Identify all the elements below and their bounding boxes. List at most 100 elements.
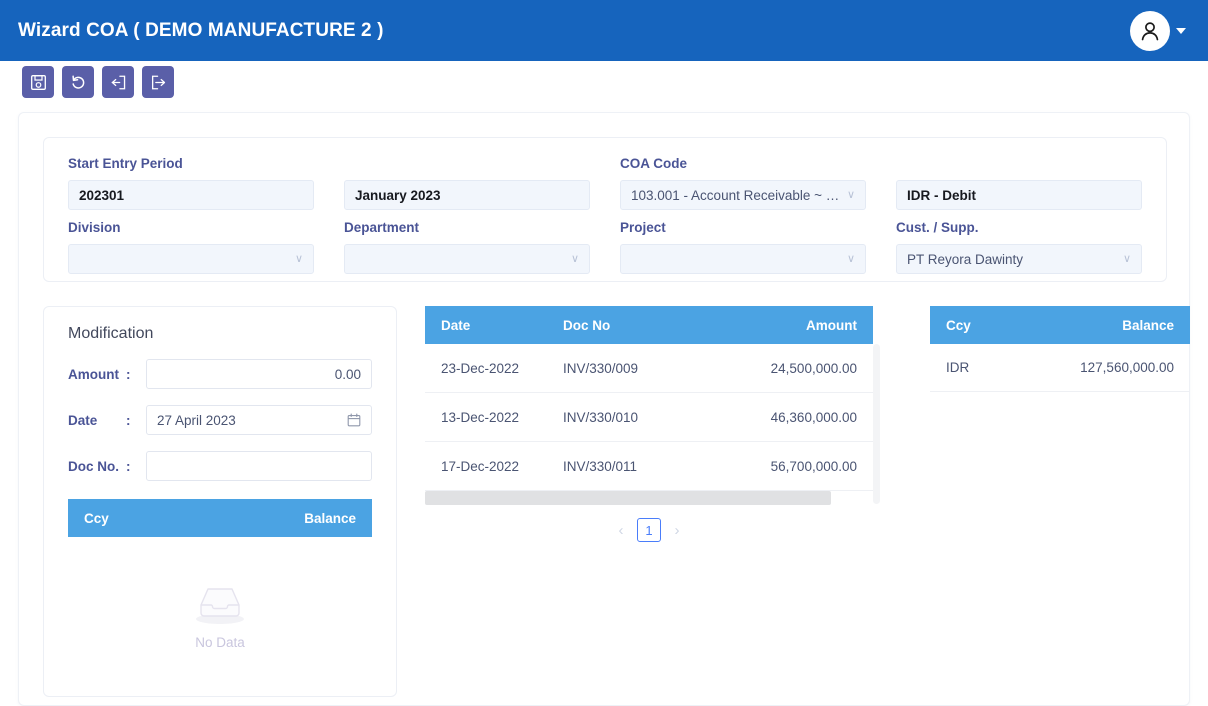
field-period-name: January 2023: [344, 156, 590, 210]
page-number-button[interactable]: 1: [637, 518, 661, 542]
label-start-entry-period: Start Entry Period: [68, 156, 183, 171]
transactions-panel: Date Doc No Amount 23-Dec-2022 INV/330/0…: [425, 306, 880, 542]
calendar-icon[interactable]: [347, 413, 361, 427]
table-row[interactable]: 17-Dec-2022 INV/330/011 56,700,000.00: [425, 442, 873, 491]
modification-empty-label: No Data: [195, 635, 245, 650]
table-row[interactable]: IDR 127,560,000.00: [930, 344, 1190, 392]
cell-amount: 56,700,000.00: [770, 458, 857, 474]
modification-table-header: Ccy Balance: [68, 499, 372, 537]
avatar[interactable]: [1130, 10, 1170, 51]
floppy-disk-icon: [30, 74, 46, 90]
vertical-scrollbar[interactable]: [873, 344, 880, 504]
transactions-table-header: Date Doc No Amount: [425, 306, 873, 344]
colon-amount: :: [126, 366, 131, 382]
label-doc-no: Doc No.: [68, 458, 120, 474]
cell-date: 17-Dec-2022: [441, 458, 520, 474]
input-period-name[interactable]: January 2023: [344, 180, 590, 210]
chevron-down-icon[interactable]: ∨: [1123, 253, 1131, 265]
main-content: Modification Amount : 0.00 Date : 27 Apr…: [43, 306, 1190, 701]
filter-panel: Start Entry Period 202301 January 2023 C…: [43, 137, 1167, 282]
inbox-tray-icon: [196, 588, 244, 624]
label-customer-supplier: Cust. / Supp.: [896, 220, 979, 235]
balance-col-balance: Balance: [1122, 317, 1174, 333]
date-value: 27 April 2023: [157, 412, 236, 428]
field-department: Department ∨: [344, 220, 590, 274]
arrow-into-box-icon: [111, 75, 125, 89]
modification-col-ccy: Ccy: [84, 510, 109, 526]
chevron-right-icon[interactable]: ›: [670, 518, 684, 542]
select-division[interactable]: ∨: [68, 244, 314, 274]
cell-amount: 24,500,000.00: [770, 360, 857, 376]
transactions-col-date: Date: [441, 317, 471, 333]
save-button[interactable]: [22, 66, 54, 98]
chevron-down-icon[interactable]: ∨: [847, 189, 855, 201]
select-customer-supplier[interactable]: PT Reyora Dawinty ∨: [896, 244, 1142, 274]
app-header: Wizard COA ( DEMO MANUFACTURE 2 ): [0, 0, 1208, 61]
field-coa-type: IDR - Debit: [896, 156, 1142, 210]
select-project[interactable]: ∨: [620, 244, 866, 274]
cell-balance: 127,560,000.00: [1080, 360, 1174, 375]
chevron-down-icon[interactable]: [1176, 27, 1186, 34]
field-customer-supplier: Cust. / Supp. PT Reyora Dawinty ∨: [896, 220, 1142, 274]
modification-empty-state: No Data: [68, 579, 372, 650]
table-row[interactable]: 13-Dec-2022 INV/330/010 46,360,000.00: [425, 393, 873, 442]
balance-table-header: Ccy Balance: [930, 306, 1190, 344]
modification-title: Modification: [68, 325, 154, 342]
label-project: Project: [620, 220, 666, 235]
cell-amount: 46,360,000.00: [770, 409, 857, 425]
label-division: Division: [68, 220, 121, 235]
select-coa-code[interactable]: 103.001 - Account Receivable ~ IDR ∨: [620, 180, 866, 210]
modification-amount-row: Amount : 0.00: [68, 359, 372, 389]
content-container: Start Entry Period 202301 January 2023 C…: [18, 112, 1190, 706]
modification-docno-row: Doc No. :: [68, 451, 372, 481]
modification-date-row: Date : 27 April 2023: [68, 405, 372, 435]
amount-value: 0.00: [334, 366, 361, 382]
label-amount: Amount: [68, 366, 119, 382]
value-period-name: January 2023: [355, 187, 441, 203]
balance-panel: Ccy Balance IDR 127,560,000.00: [930, 306, 1190, 392]
cell-doc-no: INV/330/011: [563, 458, 638, 474]
page-title: Wizard COA ( DEMO MANUFACTURE 2 ): [18, 19, 384, 41]
table-row[interactable]: 23-Dec-2022 INV/330/009 24,500,000.00: [425, 344, 873, 393]
export-button[interactable]: [142, 66, 174, 98]
label-period-name: [344, 156, 590, 174]
doc-no-input[interactable]: [146, 451, 372, 481]
chevron-down-icon[interactable]: ∨: [571, 253, 579, 265]
transactions-col-docno: Doc No: [563, 317, 611, 333]
field-start-entry-period: Start Entry Period 202301: [68, 156, 314, 210]
toolbar: [22, 66, 174, 98]
colon-date: :: [126, 412, 131, 428]
arrow-out-of-box-icon: [151, 75, 165, 89]
pagination: ‹ 1 ›: [425, 518, 873, 542]
chevron-down-icon[interactable]: ∨: [295, 253, 303, 265]
balance-col-ccy: Ccy: [946, 317, 971, 333]
user-menu[interactable]: [1130, 10, 1190, 51]
field-division: Division ∨: [68, 220, 314, 274]
horizontal-scrollbar[interactable]: [425, 491, 873, 505]
cell-ccy: IDR: [946, 360, 970, 375]
field-coa-code: COA Code 103.001 - Account Receivable ~ …: [620, 156, 866, 210]
user-icon: [1141, 21, 1159, 40]
cell-date: 23-Dec-2022: [441, 360, 520, 376]
select-department[interactable]: ∨: [344, 244, 590, 274]
undo-circular-arrow-icon: [71, 75, 84, 89]
modification-col-balance: Balance: [304, 510, 356, 526]
chevron-down-icon[interactable]: ∨: [847, 253, 855, 265]
cell-doc-no: INV/330/010: [563, 409, 639, 425]
value-start-entry-period: 202301: [79, 187, 125, 203]
field-project: Project ∨: [620, 220, 866, 274]
value-customer-supplier: PT Reyora Dawinty: [907, 251, 1024, 267]
transactions-table: Date Doc No Amount 23-Dec-2022 INV/330/0…: [425, 306, 873, 505]
import-button[interactable]: [102, 66, 134, 98]
label-coa-type: [896, 156, 1142, 174]
input-start-entry-period[interactable]: 202301: [68, 180, 314, 210]
horizontal-scrollbar-thumb[interactable]: [425, 491, 831, 505]
value-coa-code: 103.001 - Account Receivable ~ IDR: [631, 187, 841, 203]
input-coa-type[interactable]: IDR - Debit: [896, 180, 1142, 210]
refresh-button[interactable]: [62, 66, 94, 98]
amount-input[interactable]: 0.00: [146, 359, 372, 389]
chevron-left-icon[interactable]: ‹: [614, 518, 628, 542]
cell-doc-no: INV/330/009: [563, 360, 639, 376]
cell-date: 13-Dec-2022: [441, 409, 520, 425]
date-input[interactable]: 27 April 2023: [146, 405, 372, 435]
